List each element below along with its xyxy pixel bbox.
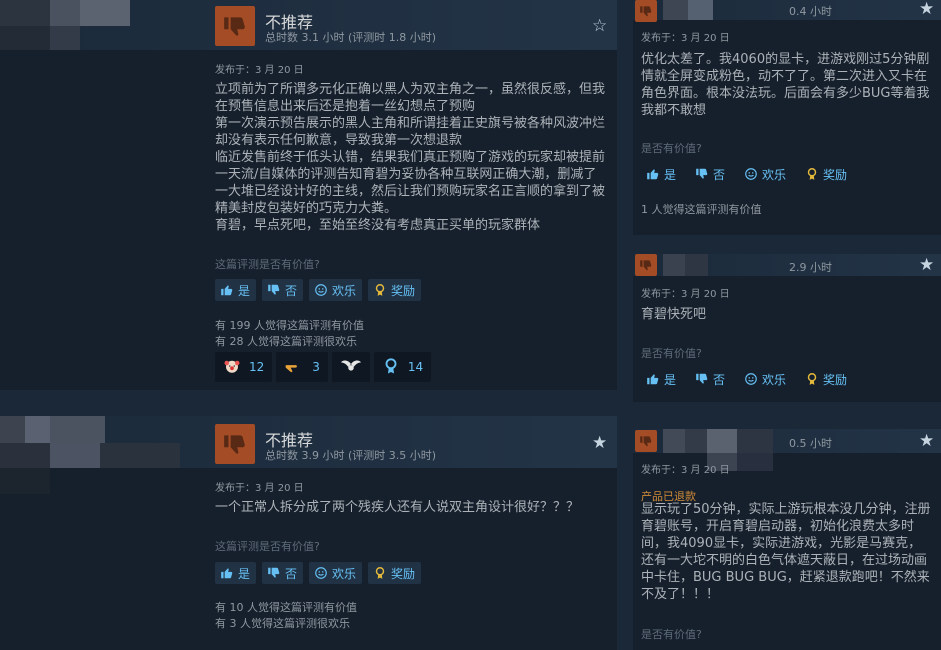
vote-yes-button[interactable]: 是 <box>641 368 682 390</box>
review-hours: 总时数 3.9 小时 (评测时 3.5 小时) <box>265 449 437 462</box>
side-review-posted: 发布于：3 月 20 日 <box>641 33 730 44</box>
award-item[interactable]: 12 <box>215 352 273 382</box>
vote-no-button[interactable]: 否 <box>690 163 731 185</box>
vote-yes-button[interactable]: 是 <box>641 163 682 185</box>
vote-no-button[interactable]: 否 <box>262 562 304 584</box>
helpful-count: 有 10 人觉得这篇评测有价值 <box>215 601 357 614</box>
helpful-question: 这篇评测是否有价值? <box>215 540 320 553</box>
award-button[interactable]: 奖励 <box>368 562 422 584</box>
thumbs-down-icon <box>695 372 709 386</box>
avatar-pixelated[interactable] <box>663 254 708 276</box>
thumbs-up-icon <box>646 372 660 386</box>
review-body: 一个正常人拆分成了两个残疾人还有人说双主角设计很好？？？ <box>215 500 580 515</box>
review-body: 立项前为了所谓多元化正确以黑人为双主角之一，虽然很反感，但我 在预售信息出来后还… <box>215 82 606 233</box>
review-posted-date: 发布于：3 月 20 日 <box>215 483 304 494</box>
smiley-icon <box>314 283 328 297</box>
helpful-count: 1 人觉得这篇评测有价值 <box>641 203 762 216</box>
vote-no-button[interactable]: 否 <box>690 368 731 390</box>
thumbs-up-icon <box>220 283 234 297</box>
vote-funny-button[interactable]: 欢乐 <box>309 562 363 584</box>
award-button[interactable]: 奖励 <box>800 163 853 185</box>
vote-buttons: 是 否 欢乐 奖励 <box>215 279 422 301</box>
helpful-question: 这篇评测是否有价值? <box>215 258 320 271</box>
smiley-icon <box>744 167 758 181</box>
review-card: 不推荐 总时数 3.9 小时 (评测时 3.5 小时) ★ 发布于：3 月 20… <box>0 416 617 650</box>
thumbs-down-icon <box>215 424 255 464</box>
side-review-body: 显示玩了50分钟，实际上游玩根本没几分钟，注册 育碧账号，开启育碧启动器，初始化… <box>641 502 931 602</box>
review-posted-date: 发布于：3 月 20 日 <box>215 65 304 76</box>
awards-row: 12 3 14 <box>215 352 432 382</box>
award-button[interactable]: 奖励 <box>368 279 422 301</box>
thumbs-up-icon <box>646 167 660 181</box>
vote-funny-button[interactable]: 欢乐 <box>739 163 792 185</box>
medal-icon <box>382 357 400 378</box>
vote-yes-button[interactable]: 是 <box>215 562 257 584</box>
award-button[interactable]: 奖励 <box>800 368 853 390</box>
avatar-pixelated[interactable] <box>0 0 140 50</box>
vote-no-button[interactable]: 否 <box>262 279 304 301</box>
vote-funny-button[interactable]: 欢乐 <box>309 279 363 301</box>
thumbs-down-icon <box>267 283 281 297</box>
award-item[interactable] <box>331 352 370 382</box>
thumbs-down-icon <box>267 566 281 580</box>
star-icon[interactable]: ☆ <box>592 18 607 35</box>
side-review-card: 0.5 小时 ★ 发布于：3 月 20 日 产品已退款 显示玩了50分钟，实际上… <box>633 429 941 650</box>
vote-buttons: 是 否 欢乐 奖励 <box>641 368 853 390</box>
side-review-body: 优化太差了。我4060的显卡，进游戏刚过5分钟剧 情就全屏变成粉色，动不了了。第… <box>641 52 930 118</box>
review-card: 不推荐 总时数 3.1 小时 (评测时 1.8 小时) ☆ 发布于：3 月 20… <box>0 0 617 390</box>
thumbs-down-icon <box>215 6 255 46</box>
helpful-question: 是否有价值? <box>641 347 702 360</box>
star-icon[interactable]: ★ <box>919 257 934 274</box>
funny-count: 有 3 人觉得这篇评测很欢乐 <box>215 617 350 630</box>
vote-buttons: 是 否 欢乐 奖励 <box>215 562 422 584</box>
side-review-hours: 2.9 小时 <box>789 261 832 274</box>
side-review-body: 育碧快死吧 <box>641 307 707 322</box>
helpful-count: 有 199 人觉得这篇评测有价值 <box>215 319 364 332</box>
thumbs-down-icon <box>635 0 657 22</box>
vote-buttons: 是 否 欢乐 奖励 <box>641 163 853 185</box>
winged-icon <box>340 358 362 377</box>
review-hours: 总时数 3.1 小时 (评测时 1.8 小时) <box>265 31 437 44</box>
helpful-question: 是否有价值? <box>641 628 702 641</box>
thumbs-down-icon <box>695 167 709 181</box>
side-review-posted: 发布于：3 月 20 日 <box>641 465 730 476</box>
thumbs-down-icon <box>635 430 657 452</box>
star-icon[interactable]: ★ <box>592 435 607 452</box>
avatar-pixelated[interactable] <box>663 0 713 20</box>
side-review-card: 2.9 小时 ★ 发布于：3 月 20 日 育碧快死吧 是否有价值? 是 否 欢… <box>633 254 941 402</box>
side-review-hours: 0.5 小时 <box>789 437 832 450</box>
award-icon <box>373 566 387 580</box>
avatar-pixelated[interactable] <box>0 416 185 494</box>
helpful-question: 是否有价值? <box>641 142 702 155</box>
smiley-icon <box>314 566 328 580</box>
star-icon[interactable]: ★ <box>919 433 934 450</box>
vote-funny-button[interactable]: 欢乐 <box>739 368 792 390</box>
award-icon <box>805 167 819 181</box>
star-icon[interactable]: ★ <box>919 1 934 18</box>
side-review-card: 0.4 小时 ★ 发布于：3 月 20 日 优化太差了。我4060的显卡，进游戏… <box>633 0 941 235</box>
funny-count: 有 28 人觉得这篇评测很欢乐 <box>215 335 357 348</box>
thumbs-up-icon <box>220 566 234 580</box>
thumbs-down-icon <box>635 254 657 276</box>
award-item[interactable]: 3 <box>276 352 328 382</box>
hand-point-icon <box>284 358 304 377</box>
side-review-hours: 0.4 小时 <box>789 5 832 18</box>
award-icon <box>805 372 819 386</box>
side-review-posted: 发布于：3 月 20 日 <box>641 289 730 300</box>
award-item[interactable]: 14 <box>373 352 432 382</box>
smiley-icon <box>744 372 758 386</box>
award-icon <box>373 283 387 297</box>
clown-face-icon <box>223 357 241 378</box>
vote-yes-button[interactable]: 是 <box>215 279 257 301</box>
